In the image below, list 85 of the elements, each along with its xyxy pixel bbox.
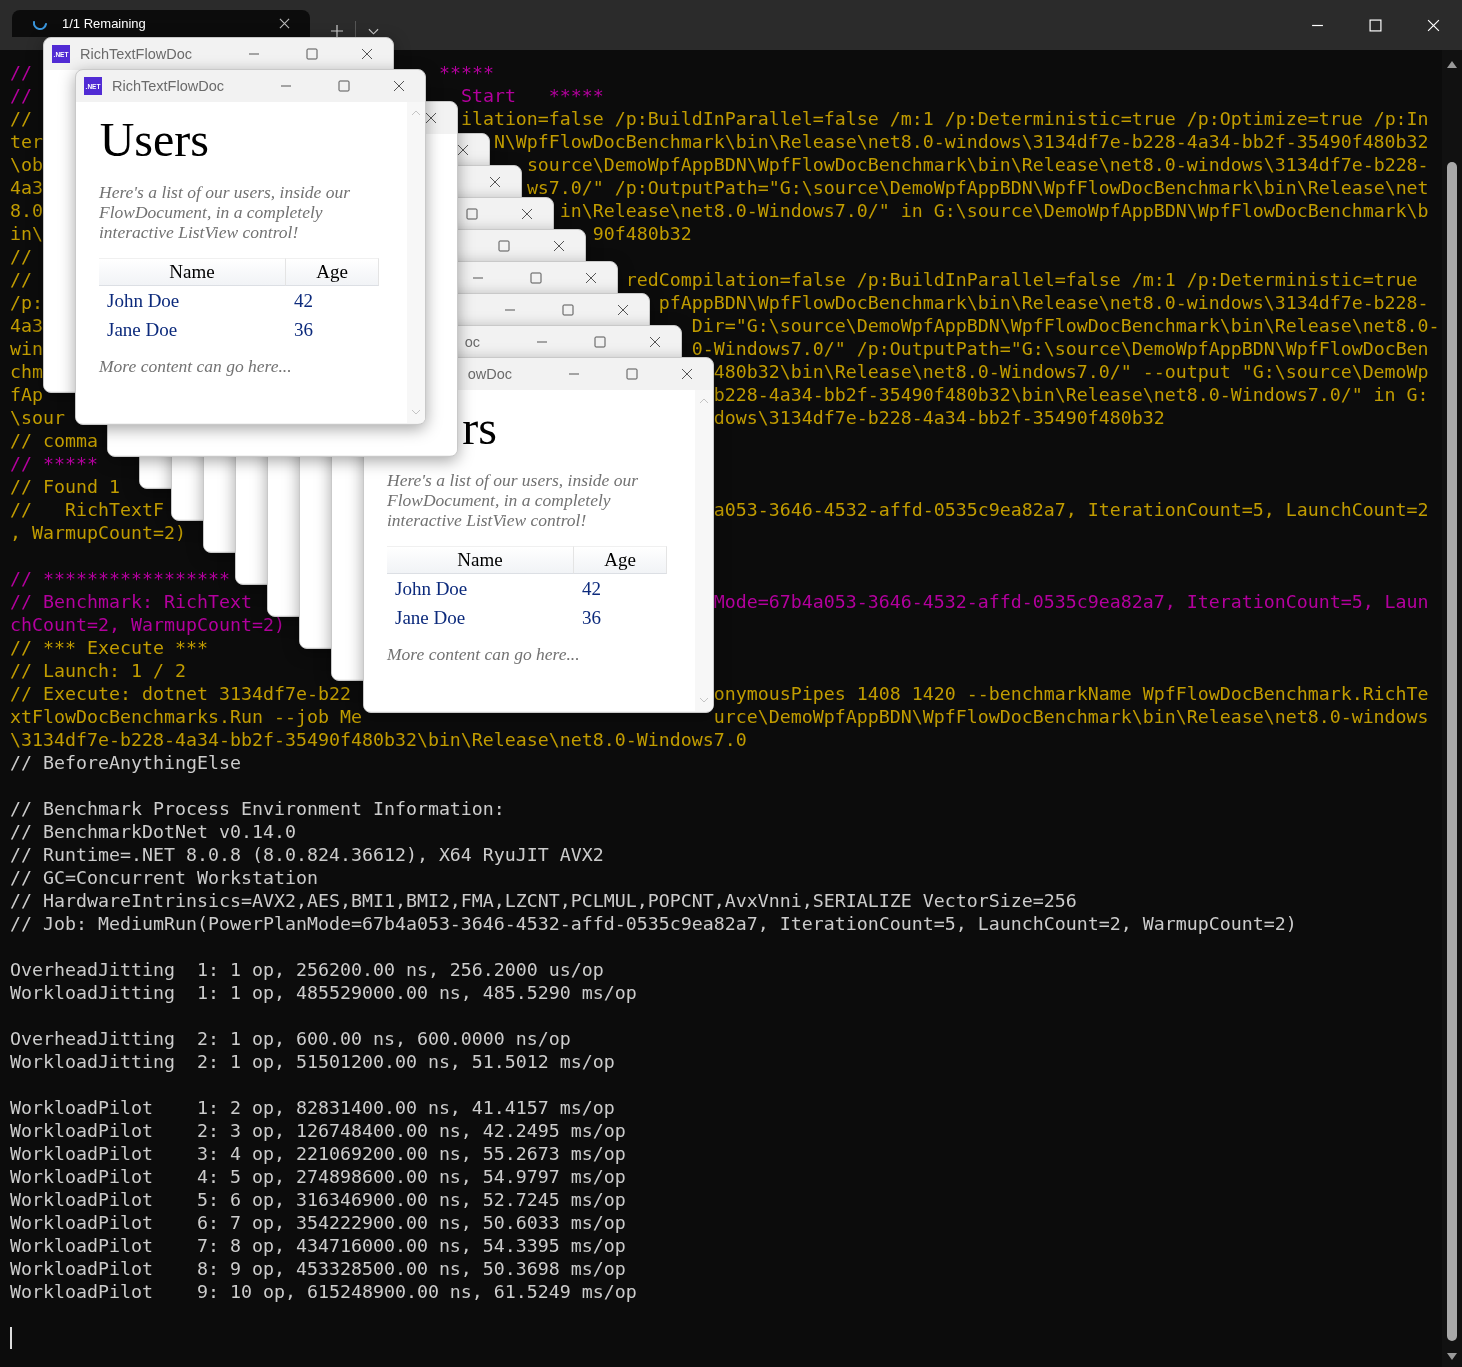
close-icon[interactable] bbox=[279, 18, 290, 29]
close-icon[interactable] bbox=[617, 304, 629, 316]
close-icon[interactable] bbox=[649, 336, 661, 348]
close-icon[interactable] bbox=[585, 272, 597, 284]
table-cell-text: 36 bbox=[581, 606, 602, 630]
terminal-text: Mode=67b4a053-3646-4532-affd-0535c9ea82a7, IterationCount=5, Laun bbox=[713, 594, 1429, 609]
terminal-text: 4a3 bbox=[10, 318, 43, 333]
terminal-text: b228-4a34-bb2f-35490f480b32\bin\Release\net8.0-Windows7.0/" in G: bbox=[713, 387, 1429, 402]
terminal-text: dows\3134df7e-b228-4a34-bb2f-35490f480b32 bbox=[713, 410, 1165, 425]
column-header[interactable]: Name bbox=[387, 546, 574, 574]
table-cell-text: 42 bbox=[293, 289, 314, 313]
terminal-text: // Found 1 bbox=[10, 479, 120, 494]
footer-text: More content can go here... bbox=[387, 644, 581, 664]
terminal-text: // bbox=[10, 65, 32, 80]
terminal-text: // HardwareIntrinsics=AVX2,AES,BMI1,BMI2,FMA,LZCNT,PCLMUL,POPCNT,AvxVnni,SERIALIZE VectorSize=256 bbox=[10, 893, 1077, 908]
maximize-icon[interactable] bbox=[466, 208, 478, 220]
scrollbar[interactable] bbox=[1442, 50, 1462, 1367]
scroll-up-icon[interactable] bbox=[1447, 60, 1457, 68]
close-icon[interactable] bbox=[521, 208, 533, 220]
terminal-text: // GC=Concurrent Workstation bbox=[10, 870, 318, 885]
text-cursor bbox=[10, 1326, 12, 1349]
table-cell-text: 42 bbox=[581, 577, 602, 601]
table-cell-text: 36 bbox=[293, 318, 314, 342]
scroll-down-icon[interactable] bbox=[1447, 1353, 1457, 1361]
terminal-text: win bbox=[10, 341, 43, 356]
terminal-text: // ***************** bbox=[10, 571, 230, 586]
terminal-text: // bbox=[10, 111, 32, 126]
terminal-text: a053-3646-4532-affd-0535c9ea82a7, IterationCount=5, LaunchCount=2 bbox=[713, 502, 1429, 517]
terminal-text: // Benchmark: RichText bbox=[10, 594, 252, 609]
terminal-text: 90f480b32 bbox=[592, 226, 692, 241]
maximize-icon[interactable] bbox=[530, 272, 542, 284]
column-header[interactable]: Name bbox=[99, 258, 286, 286]
document-heading: rs bbox=[462, 401, 497, 454]
terminal-text: // bbox=[10, 88, 32, 103]
terminal-text: // bbox=[10, 249, 32, 264]
footer-text: More content can go here... bbox=[99, 356, 293, 376]
terminal-text: // Benchmark Process Environment Information: bbox=[10, 801, 505, 816]
table-cell-text: John Doe bbox=[394, 577, 469, 601]
terminal-text: Start ***** bbox=[460, 88, 604, 103]
table-cell-text: John Doe bbox=[106, 289, 181, 313]
window-title: owDoc bbox=[467, 366, 512, 382]
maximize-icon[interactable] bbox=[594, 336, 606, 348]
terminal-text: ter bbox=[10, 134, 43, 149]
terminal-text: 8.0 bbox=[10, 203, 43, 218]
terminal-text: \ob bbox=[10, 157, 43, 172]
maximize-icon[interactable] bbox=[498, 240, 510, 252]
document-heading: Users bbox=[99, 113, 209, 166]
terminal-text: // BenchmarkDotNet v0.14.0 bbox=[10, 824, 296, 839]
window-title: RichTextFlowDoc bbox=[80, 46, 192, 62]
column-header[interactable]: Age bbox=[574, 546, 667, 574]
close-icon[interactable] bbox=[489, 176, 501, 188]
terminal-text: \sour bbox=[10, 410, 65, 425]
column-header[interactable]: Age bbox=[286, 258, 379, 286]
maximize-icon[interactable] bbox=[562, 304, 574, 316]
table-cell-text: Jane Doe bbox=[394, 606, 467, 630]
close-icon[interactable] bbox=[425, 112, 437, 124]
terminal-text: // comma bbox=[10, 433, 98, 448]
terminal-text: // bbox=[10, 272, 32, 287]
intro-paragraph: Here's a list of our users, inside our FlowDocument, in a completely interactive ListView control! bbox=[387, 470, 639, 530]
dropdown-icon[interactable] bbox=[368, 28, 379, 36]
maximize-icon[interactable] bbox=[338, 80, 350, 92]
scrollbar-thumb[interactable] bbox=[1447, 162, 1457, 1341]
window-title: RichTextFlowDoc bbox=[112, 78, 224, 94]
close-icon[interactable] bbox=[681, 368, 693, 380]
terminal-text: // ***** bbox=[10, 456, 98, 471]
terminal-text: // Launch: 1 / 2 bbox=[10, 663, 186, 678]
close-icon[interactable] bbox=[553, 240, 565, 252]
maximize-icon[interactable] bbox=[626, 368, 638, 380]
terminal-text: ***** bbox=[438, 65, 494, 80]
new-tab-icon[interactable] bbox=[331, 25, 343, 37]
terminal-text: // RichTextF bbox=[10, 502, 164, 517]
terminal-text: // Execute: dotnet 3134df7e-b22 bbox=[10, 686, 351, 701]
maximize-icon[interactable] bbox=[306, 48, 318, 60]
terminal-text: 4a3 bbox=[10, 180, 43, 195]
intro-paragraph: Here's a list of our users, inside our FlowDocument, in a completely interactive ListView control! bbox=[99, 182, 351, 242]
terminal-tab[interactable]: 1/1 Remaining bbox=[12, 10, 310, 37]
close-icon[interactable] bbox=[361, 48, 373, 60]
close-icon[interactable] bbox=[457, 144, 469, 156]
terminal-text: chm bbox=[10, 364, 43, 379]
table-cell-text: Jane Doe bbox=[106, 318, 179, 342]
terminal-text: in\ bbox=[10, 226, 43, 241]
terminal-text: // *** Execute *** bbox=[10, 640, 208, 655]
terminal-text: \3134df7e-b228-4a34-bb2f-35490f480b32\bin\Release\net8.0-Windows7.0 bbox=[10, 732, 747, 747]
close-icon[interactable] bbox=[393, 80, 405, 92]
window-title: oc bbox=[464, 334, 480, 350]
